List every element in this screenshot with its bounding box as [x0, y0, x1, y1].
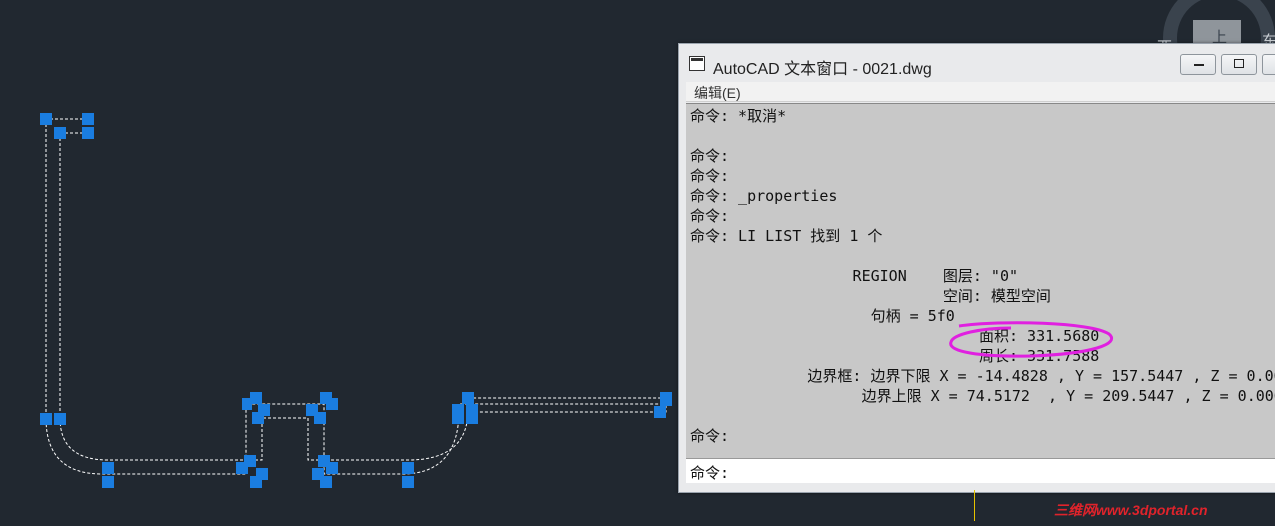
history-line: 命令: — [690, 167, 730, 185]
menu-bar: 编辑(E) — [686, 82, 1275, 102]
restore-button[interactable] — [1221, 54, 1257, 75]
history-line: 命令: — [690, 147, 730, 165]
menu-edit[interactable]: 编辑(E) — [694, 83, 741, 103]
minimize-icon — [1194, 64, 1204, 66]
command-prompt: 命令: — [690, 464, 730, 482]
history-line: 空间: 模型空间 — [690, 287, 1051, 305]
window-title: AutoCAD 文本窗口 - 0021.dwg — [713, 61, 932, 78]
history-line: 命令: LI LIST 找到 1 个 — [690, 227, 883, 245]
crosshair-line — [974, 490, 975, 521]
text-window[interactable]: AutoCAD 文本窗口 - 0021.dwg 编辑(E) 命令: *取消* 命… — [678, 43, 1275, 493]
history-line: 边界框: 边界下限 X = -14.4828 , Y = 157.5447 , … — [690, 367, 1275, 385]
history-line: REGION 图层: "0" — [690, 267, 1019, 285]
watermark: 三维网www.3dportal.cn — [1054, 502, 1208, 518]
command-history[interactable]: 命令: *取消* 命令: 命令: 命令: _properties 命令: 命令:… — [686, 103, 1275, 459]
command-input-bar[interactable]: 命令: — [686, 458, 1275, 483]
history-line: 命令: _properties — [690, 187, 838, 205]
minimize-button[interactable] — [1180, 54, 1216, 75]
restore-icon — [1234, 59, 1244, 68]
history-line: 命令: — [690, 207, 730, 225]
window-icon — [689, 56, 705, 71]
highlight-ellipse — [949, 321, 1113, 358]
history-line: 边界上限 X = 74.5172 , Y = 209.5447 , Z = 0.… — [690, 387, 1275, 405]
history-line: 句柄 = 5f0 — [690, 307, 955, 325]
title-bar[interactable]: AutoCAD 文本窗口 - 0021.dwg — [679, 44, 1275, 82]
history-line: 命令: — [690, 427, 730, 445]
history-line: 命令: *取消* — [690, 107, 787, 125]
close-button[interactable] — [1262, 54, 1275, 75]
